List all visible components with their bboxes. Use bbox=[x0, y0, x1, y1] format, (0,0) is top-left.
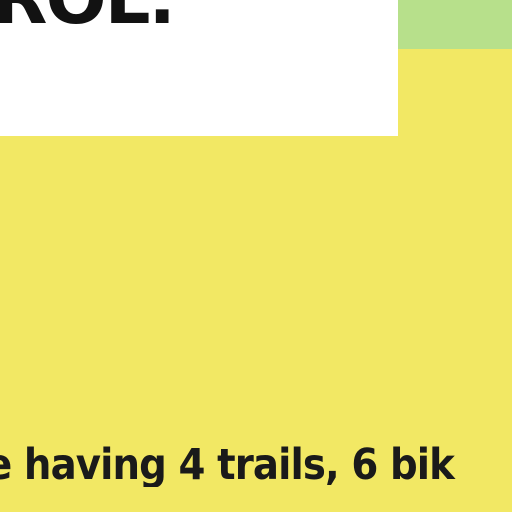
hero-headline: ROL. bbox=[0, 0, 176, 34]
hero-headline-card: ROL. bbox=[0, 0, 398, 136]
decorative-green-block bbox=[398, 0, 512, 49]
body-text-line: e having 4 trails, 6 bik bbox=[0, 444, 455, 487]
